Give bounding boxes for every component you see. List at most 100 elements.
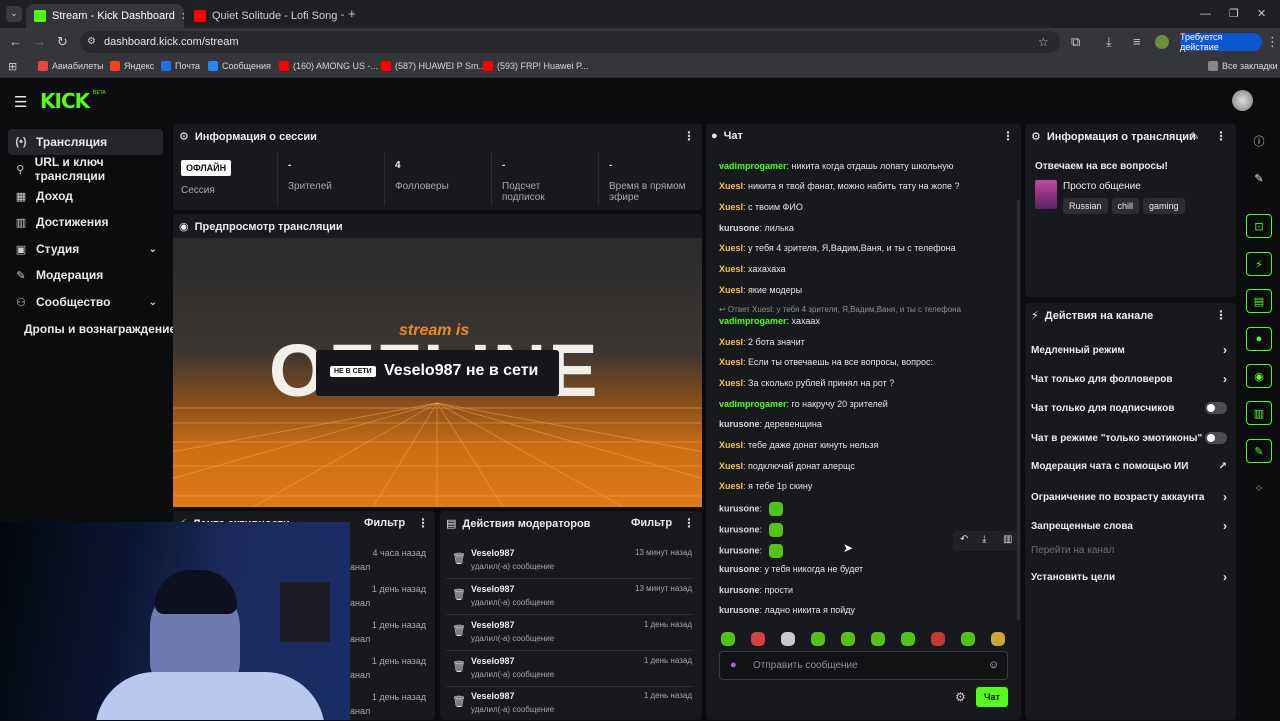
back-icon[interactable]: ← <box>9 35 22 49</box>
chat-input[interactable]: ● Отправить сообщение ☺ <box>719 651 1008 680</box>
chat-username[interactable]: vadimprogamer <box>719 316 787 326</box>
bookmark-item[interactable]: Почта <box>161 61 200 71</box>
set-goals-item[interactable]: Установить цели › <box>1031 570 1227 584</box>
mod-filter-button[interactable]: Фильтр <box>631 517 672 529</box>
chat-username[interactable]: Xuesl <box>719 461 743 471</box>
chat-username[interactable]: vadimprogamer <box>719 161 787 171</box>
add-widget-icon[interactable]: ⁘ <box>1246 476 1272 500</box>
bolt-icon[interactable]: ⚡ <box>1246 252 1272 276</box>
broadcast-icon[interactable]: ◉ <box>1246 364 1272 388</box>
chat-username[interactable]: kurusone <box>719 524 760 534</box>
profile-icon[interactable] <box>1155 35 1169 49</box>
sidebar-item-drops[interactable]: Дропы и вознаграждение <box>18 316 178 342</box>
document-icon[interactable]: ▤ <box>1246 289 1272 313</box>
bookmark-item[interactable]: (593) FRP! Huawei P... <box>483 61 588 71</box>
bookmark-star-icon[interactable]: ☆ <box>1038 35 1049 49</box>
user-avatar[interactable] <box>1232 90 1253 111</box>
wrench-icon[interactable]: ✎ <box>1246 439 1272 463</box>
info-icon[interactable]: ⓘ <box>1246 129 1272 153</box>
chat-username[interactable]: kurusone <box>719 223 760 233</box>
tab-search-icon[interactable]: ⌄ <box>6 6 22 22</box>
chat-icon[interactable]: ● <box>1246 327 1272 351</box>
emote-only-toggle[interactable] <box>1205 432 1227 444</box>
mod-user[interactable]: Veselo987 <box>471 691 515 701</box>
apps-grid-icon[interactable]: ⊞ <box>8 60 17 74</box>
more-options-icon[interactable]: ⋮ <box>683 516 695 530</box>
chat-username[interactable]: kurusone <box>719 545 760 555</box>
delete-icon[interactable]: ▥ <box>1003 534 1012 545</box>
emote-icon[interactable] <box>811 632 825 646</box>
tag-chip[interactable]: chill <box>1111 198 1140 214</box>
sidebar-item-income[interactable]: ▦ Доход <box>8 183 163 209</box>
sidebar-item-stream[interactable]: (•) Трансляция <box>8 129 163 155</box>
forward-icon[interactable]: → <box>33 35 46 49</box>
mod-user[interactable]: Veselo987 <box>471 620 515 630</box>
site-info-icon[interactable]: ⚙ <box>87 35 96 49</box>
emote-icon[interactable] <box>901 632 915 646</box>
layout-icon[interactable]: ▥ <box>1246 401 1272 425</box>
emote-icon[interactable] <box>961 632 975 646</box>
chat-scrollbar[interactable] <box>1017 200 1020 620</box>
action-required-button[interactable]: Требуется действие <box>1180 32 1262 52</box>
chat-username[interactable]: vadimprogamer <box>719 399 787 409</box>
tab-youtube[interactable]: Quiet Solitude - Lofi Song ~ Lo ✕ <box>186 4 344 28</box>
scan-icon[interactable]: ⊡ <box>1246 214 1272 238</box>
more-options-icon[interactable]: ⋮ <box>1002 129 1014 143</box>
extensions-icon[interactable]: ⧉ <box>1071 35 1080 49</box>
tab-kick-dashboard[interactable]: Stream - Kick Dashboard ✕ <box>26 4 184 28</box>
reload-icon[interactable]: ↻ <box>57 35 68 49</box>
sidebar-item-achievements[interactable]: ▥ Достижения <box>8 209 163 235</box>
chat-username[interactable]: Xuesl <box>719 481 743 491</box>
bookmark-item[interactable]: Яндекс <box>110 61 154 71</box>
reply-icon[interactable]: ↶ <box>960 534 968 545</box>
chat-username[interactable]: Xuesl <box>719 243 743 253</box>
chat-username[interactable]: Xuesl <box>719 337 743 347</box>
emote-icon[interactable] <box>841 632 855 646</box>
pin-icon[interactable]: ⤓ <box>982 534 986 545</box>
chat-username[interactable]: Xuesl <box>719 285 743 295</box>
all-bookmarks[interactable]: Все закладки <box>1208 61 1278 71</box>
chat-username[interactable]: Xuesl <box>719 181 743 191</box>
close-window-icon[interactable]: ✕ <box>1257 7 1266 21</box>
send-chat-button[interactable]: Чат <box>976 687 1008 707</box>
tag-chip[interactable]: Russian <box>1063 198 1108 214</box>
emoji-icon[interactable]: ☺ <box>988 659 999 671</box>
go-to-channel-item[interactable]: Перейти на канал <box>1031 545 1227 556</box>
minimize-icon[interactable]: — <box>1200 7 1211 21</box>
mod-user[interactable]: Veselo987 <box>471 656 515 666</box>
ai-moderation-item[interactable]: Модерация чата с помощью ИИ ↗ <box>1031 461 1227 472</box>
bookmark-item[interactable]: (160) AMONG US -... <box>279 61 378 71</box>
chat-username[interactable]: kurusone <box>719 564 760 574</box>
chat-username[interactable]: Xuesl <box>719 202 743 212</box>
emote-icon[interactable] <box>751 632 765 646</box>
chat-username[interactable]: Xuesl <box>719 378 743 388</box>
tag-chip[interactable]: gaming <box>1143 198 1185 214</box>
menu-icon[interactable]: ⋮ <box>1266 35 1279 49</box>
chat-username[interactable]: Xuesl <box>719 357 743 367</box>
emote-icon[interactable] <box>931 632 945 646</box>
more-options-icon[interactable]: ⋮ <box>417 516 429 530</box>
sidebar-item-moderation[interactable]: ✎ Модерация <box>8 262 163 288</box>
subscribers-only-toggle[interactable] <box>1205 402 1227 414</box>
chat-username[interactable]: kurusone <box>719 419 760 429</box>
microphone-icon[interactable]: ● <box>730 659 737 671</box>
more-options-icon[interactable]: ⋮ <box>1215 308 1227 322</box>
chat-username[interactable]: kurusone <box>719 585 760 595</box>
bookmark-item[interactable]: Авиабилеты <box>38 61 104 71</box>
more-options-icon[interactable]: ⋮ <box>1215 129 1227 143</box>
edit-icon[interactable]: ✎ <box>1190 130 1199 143</box>
hamburger-menu-icon[interactable]: ☰ <box>14 93 27 111</box>
chat-username[interactable]: kurusone <box>719 605 760 615</box>
more-options-icon[interactable]: ⋮ <box>683 129 695 143</box>
emote-icon[interactable] <box>781 632 795 646</box>
mod-user[interactable]: Veselo987 <box>471 548 515 558</box>
banned-words-item[interactable]: Запрещенные слова › <box>1031 519 1227 533</box>
bookmark-item[interactable]: Сообщения <box>208 61 271 71</box>
chat-username[interactable]: kurusone <box>719 503 760 513</box>
bookmark-item[interactable]: (587) HUAWEI P Sm... <box>381 61 486 71</box>
emote-icon[interactable] <box>871 632 885 646</box>
address-bar[interactable]: ⚙ dashboard.kick.com/stream ☆ <box>80 31 1060 53</box>
maximize-icon[interactable]: ❐ <box>1229 7 1239 21</box>
sidebar-item-stream-url[interactable]: ⚲ URL и ключ трансляции <box>8 155 163 183</box>
download-icon[interactable]: ⤓ <box>1106 35 1112 49</box>
